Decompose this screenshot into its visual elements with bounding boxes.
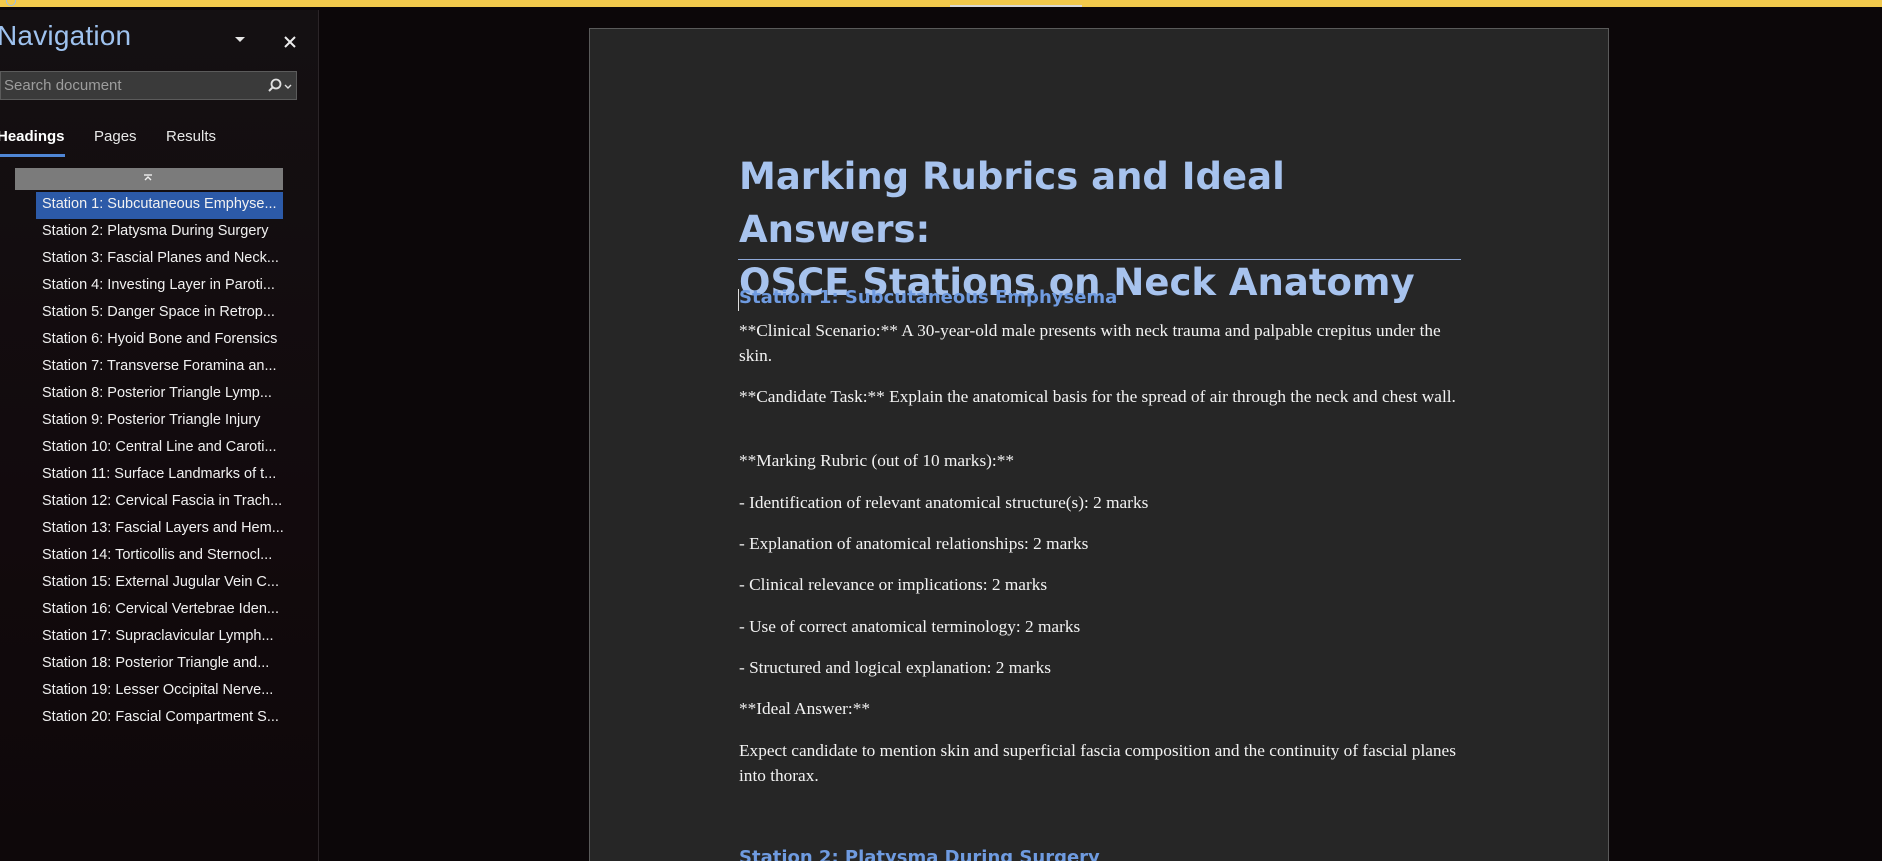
heading-item[interactable]: Station 18: Posterior Triangle and... — [36, 651, 283, 678]
close-pane-button[interactable] — [280, 32, 300, 52]
notification-button[interactable] — [950, 5, 1082, 7]
heading-item[interactable]: Station 5: Danger Space in Retrop... — [36, 300, 283, 327]
heading-item[interactable]: Station 8: Posterior Triangle Lymp... — [36, 381, 283, 408]
heading-item[interactable]: Station 17: Supraclavicular Lymph... — [36, 624, 283, 651]
tab-pages[interactable]: Pages — [94, 128, 137, 145]
rubric-item: - Use of correct anatomical terminology:… — [739, 617, 1081, 636]
rubric-item: - Identification of relevant anatomical … — [739, 493, 1149, 512]
search-input[interactable] — [1, 72, 259, 99]
title-divider — [738, 259, 1461, 260]
heading-item[interactable]: Station 9: Posterior Triangle Injury — [36, 408, 283, 435]
heading-item[interactable]: Station 6: Hyoid Bone and Forensics — [36, 327, 283, 354]
headings-list: Station 1: Subcutaneous Emphyse... Stati… — [36, 192, 283, 732]
heading-item[interactable]: Station 19: Lesser Occipital Nerve... — [36, 678, 283, 705]
heading-item[interactable]: Station 4: Investing Layer in Paroti... — [36, 273, 283, 300]
candidate-task: **Candidate Task:** Explain the anatomic… — [739, 387, 1456, 406]
station1-heading: Station 1: Subcutaneous Emphysema — [739, 287, 1118, 308]
heading-item[interactable]: Station 7: Transverse Foramina an... — [36, 354, 283, 381]
heading-item[interactable]: Station 20: Fascial Compartment S... — [36, 705, 283, 732]
rubric-item: - Explanation of anatomical relationship… — [739, 534, 1089, 553]
tab-results[interactable]: Results — [166, 128, 216, 145]
heading-item[interactable]: Station 10: Central Line and Caroti... — [36, 435, 283, 462]
search-box — [0, 71, 297, 100]
document-title-line1: Marking Rubrics and Ideal Answers: — [739, 155, 1285, 251]
heading-item[interactable]: Station 16: Cervical Vertebrae Iden... — [36, 597, 283, 624]
nav-tabs: Headings Pages Results — [0, 128, 318, 160]
heading-item[interactable]: Station 2: Platysma During Surgery — [36, 219, 283, 246]
heading-item[interactable]: Station 14: Torticollis and Sternocl... — [36, 543, 283, 570]
heading-item[interactable]: Station 12: Cervical Fascia in Trach... — [36, 489, 283, 516]
navigation-title: Navigation — [0, 20, 132, 51]
ideal-answer-label: **Ideal Answer:** — [739, 699, 871, 718]
collapse-all-button[interactable] — [15, 168, 283, 190]
pane-options-button[interactable] — [230, 30, 250, 50]
heading-item[interactable]: Station 1: Subcutaneous Emphyse... — [36, 192, 283, 219]
rubric-item: - Structured and logical explanation: 2 … — [739, 658, 1051, 677]
chevron-down-icon — [235, 37, 245, 42]
close-icon — [284, 36, 296, 48]
heading-item[interactable]: Station 11: Surface Landmarks of t... — [36, 462, 283, 489]
notification-bar — [0, 0, 1882, 7]
collapse-up-icon — [144, 174, 152, 181]
info-icon — [6, 0, 16, 6]
search-button[interactable] — [263, 77, 295, 95]
heading-item[interactable]: Station 13: Fascial Layers and Hem... — [36, 516, 283, 543]
document-title: Marking Rubrics and Ideal Answers: OSCE … — [739, 150, 1461, 309]
heading-item[interactable]: Station 3: Fascial Planes and Neck... — [36, 246, 283, 273]
rubric-item: - Clinical relevance or implications: 2 … — [739, 575, 1048, 594]
ideal-answer: Expect candidate to mention skin and sup… — [739, 741, 1456, 785]
station2-heading: Station 2: Platysma During Surgery — [739, 847, 1100, 861]
heading-item[interactable]: Station 15: External Jugular Vein C... — [36, 570, 283, 597]
marking-rubric-label: **Marking Rubric (out of 10 marks):** — [739, 451, 1015, 470]
search-icon — [268, 78, 292, 92]
clinical-scenario: **Clinical Scenario:** A 30-year-old mal… — [739, 321, 1441, 365]
tab-headings[interactable]: Headings — [0, 128, 65, 157]
